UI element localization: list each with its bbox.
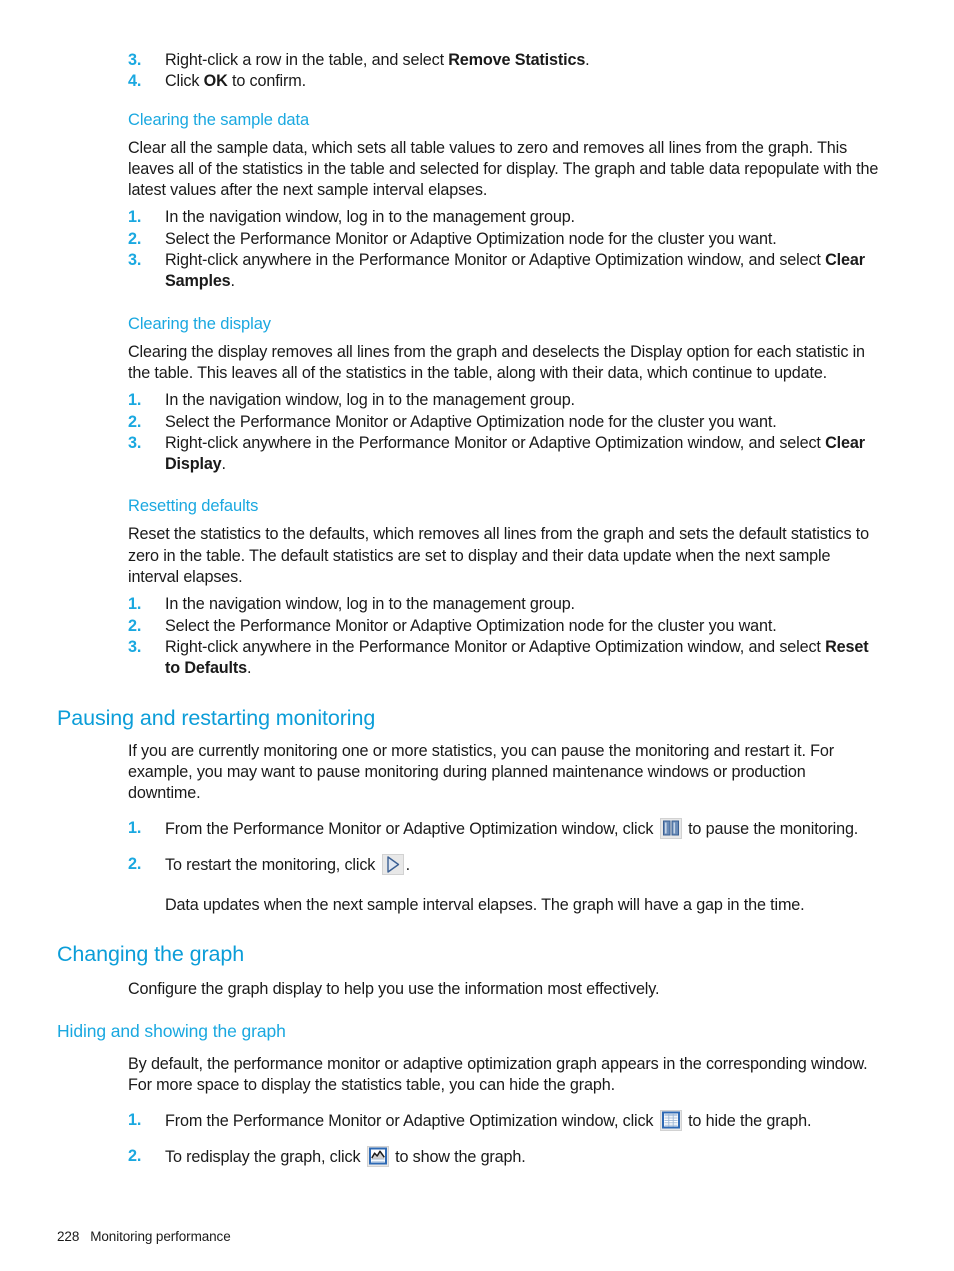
steps-list-hiding: 1. From the Performance Monitor or Adapti… (128, 1110, 880, 1168)
play-icon[interactable] (381, 853, 404, 875)
list-item: 1. From the Performance Monitor or Adapti… (128, 818, 880, 840)
list-item: 4. Click OK to confirm. (128, 71, 880, 92)
section-hiding-showing-graph: Hiding and showing the graph (57, 1021, 880, 1042)
list-text-bold: Remove Statistics (448, 51, 586, 69)
steps-list: 1. In the navigation window, log in to th… (128, 207, 880, 292)
section-body: Configure the graph display to help you … (128, 980, 660, 999)
list-text-before: Select the Performance Monitor or Adapti… (165, 412, 777, 431)
list-number: 3. (128, 433, 142, 452)
footer-chapter-title: Monitoring performance (90, 1229, 231, 1244)
list-text-before: Right-click a row in the table, and sele… (165, 51, 449, 69)
page-title-pausing: Pausing and restarting monitoring (57, 705, 376, 730)
list-text-before: Right-click anywhere in the Performance … (165, 637, 826, 656)
section-body: By default, the performance monitor or a… (128, 1054, 868, 1094)
list-item: 3. Right-click anywhere in the Performanc… (128, 637, 880, 680)
list-text-before: Right-click anywhere in the Performance … (165, 433, 826, 452)
list-item: 1. In the navigation window, log in to th… (128, 207, 880, 228)
list-text-before: Click (165, 72, 204, 91)
list-item: 2. Select the Performance Monitor or Adap… (128, 229, 880, 250)
list-item: 1. From the Performance Monitor or Adapti… (128, 1110, 880, 1132)
list-text-after: . (230, 272, 236, 291)
list-item: 1. In the navigation window, log in to th… (128, 594, 880, 615)
section-resetting-defaults: Resetting defaults Reset the statistics … (128, 497, 880, 679)
list-number: 3. (128, 637, 142, 656)
step2-note: Data updates when the next sample interv… (165, 896, 805, 915)
list-text-before: In the navigation window, log in to the … (165, 595, 575, 614)
list-number: 1. (128, 208, 142, 227)
list-text-before: From the Performance Monitor or Adaptive… (165, 820, 658, 839)
list-item: 1. In the navigation window, log in to th… (128, 390, 880, 411)
list-item: 3. Right-click anywhere in the Performanc… (128, 433, 880, 476)
list-item: 2. To redisplay the graph, click to show … (128, 1145, 880, 1168)
section-pausing-restarting: Pausing and restarting monitoring (57, 706, 880, 731)
section-body: Reset the statistics to the defaults, wh… (128, 525, 869, 587)
list-text-after: . (221, 455, 227, 474)
list-number: 1. (128, 1111, 142, 1130)
section-heading: Clearing the sample data (128, 110, 310, 129)
list-text-after: to confirm. (227, 72, 306, 91)
section-body: Clear all the sample data, which sets al… (128, 138, 879, 200)
list-text-before: Select the Performance Monitor or Adapti… (165, 616, 777, 635)
list-text-after: to show the graph. (390, 1147, 526, 1166)
list-text-before: In the navigation window, log in to the … (165, 391, 575, 410)
page-footer: 228 Monitoring performance (57, 1229, 231, 1244)
list-text-after: . (247, 659, 252, 678)
list-number: 2. (128, 229, 142, 248)
list-item: 2. To restart the monitoring, click . (128, 853, 880, 876)
list-number: 3. (128, 251, 142, 270)
list-text-after: . (405, 855, 411, 874)
section-heading: Resetting defaults (128, 497, 259, 516)
hiding-body-block: By default, the performance monitor or a… (128, 1054, 880, 1168)
section-body: If you are currently monitoring one or m… (128, 741, 834, 803)
steps-list-continued: 3. Right-click a row in the table, and se… (128, 50, 880, 93)
list-text-before: From the Performance Monitor or Adaptive… (165, 1112, 658, 1131)
list-number: 4. (128, 72, 142, 91)
list-text-before: To restart the monitoring, click (165, 855, 380, 874)
section-clearing-display: Clearing the display Clearing the displa… (128, 315, 880, 476)
list-number: 1. (128, 595, 142, 614)
list-text-after: . (585, 51, 590, 69)
list-item: 3. Right-click anywhere in the Performanc… (128, 250, 880, 293)
line-chart-icon[interactable] (366, 1145, 389, 1167)
list-text-before: To redisplay the graph, click (165, 1147, 365, 1166)
steps-list: 1. In the navigation window, log in to th… (128, 594, 880, 679)
table-grid-icon[interactable] (659, 1110, 682, 1132)
section-clearing-sample-data: Clearing the sample data Clear all the s… (128, 111, 880, 293)
list-text-after: to pause the monitoring. (683, 820, 859, 839)
list-number: 2. (128, 616, 142, 635)
list-item: 3. Right-click a row in the table, and se… (128, 50, 880, 71)
subsection-heading-hiding: Hiding and showing the graph (57, 1020, 286, 1041)
list-text-before: Select the Performance Monitor or Adapti… (165, 229, 777, 248)
list-number: 2. (128, 412, 142, 431)
list-text-before: Right-click anywhere in the Performance … (165, 251, 826, 270)
section-changing-graph: Changing the graph (57, 942, 880, 967)
list-text-before: In the navigation window, log in to the … (165, 208, 575, 227)
document-page: 3. Right-click a row in the table, and se… (0, 0, 954, 1271)
pause-icon[interactable] (659, 818, 682, 840)
list-number: 1. (128, 819, 142, 838)
list-number: 2. (128, 1146, 142, 1165)
list-text-bold: OK (203, 72, 228, 91)
changing-body-block: Configure the graph display to help you … (128, 979, 880, 1000)
pausing-body-block: If you are currently monitoring one or m… (128, 741, 880, 917)
list-number: 2. (128, 854, 142, 873)
footer-page-number: 228 (57, 1229, 80, 1244)
list-item: 2. Select the Performance Monitor or Adap… (128, 412, 880, 433)
page-title-changing: Changing the graph (57, 942, 245, 967)
list-item: 2. Select the Performance Monitor or Adap… (128, 616, 880, 637)
steps-list: 1. In the navigation window, log in to th… (128, 390, 880, 475)
steps-list-pausing: 1. From the Performance Monitor or Adapti… (128, 818, 880, 876)
continued-steps-block: 3. Right-click a row in the table, and se… (128, 50, 880, 93)
list-number: 1. (128, 391, 142, 410)
list-number: 3. (128, 51, 142, 69)
section-body: Clearing the display removes all lines f… (128, 342, 865, 382)
section-heading: Clearing the display (128, 314, 271, 333)
list-text-after: to hide the graph. (683, 1112, 812, 1131)
